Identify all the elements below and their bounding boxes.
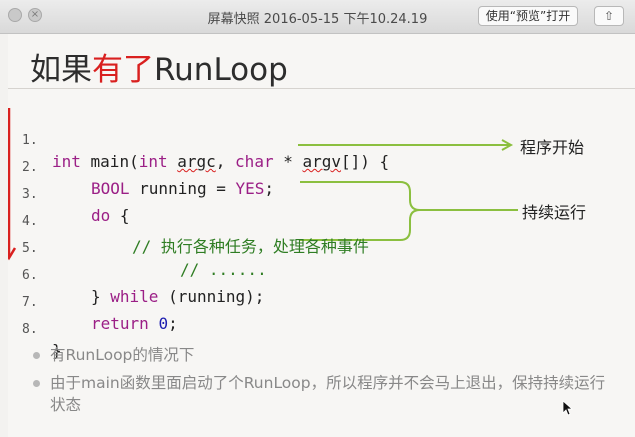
- close-icon[interactable]: ×: [28, 8, 42, 22]
- code-line: 3. do {: [8, 168, 130, 225]
- code-text: } while (running);: [91, 287, 265, 306]
- share-icon[interactable]: ⇧: [594, 6, 624, 26]
- bullet-list: 有RunLoop的情况下 由于main函数里面启动了个RunLoop，所以程序并…: [30, 344, 620, 422]
- window-button-icon[interactable]: [8, 8, 22, 22]
- code-line: 1. int main(int argc, char * argv[]) {: [8, 114, 389, 171]
- list-item: 有RunLoop的情况下: [30, 344, 620, 366]
- code-line: 5. // ......: [8, 222, 267, 279]
- bullet-dot-icon: [33, 352, 40, 359]
- program-start-label: 程序开始: [520, 138, 585, 157]
- code-comment: // 执行各种任务，处理各种事件: [132, 237, 369, 256]
- list-item: 由于main函数里面启动了个RunLoop，所以程序并不会马上退出，保持持续运行…: [30, 372, 620, 416]
- code-line: 7. return 0;: [8, 276, 178, 333]
- bullet-dot-icon: [33, 380, 40, 387]
- code-text: int main(int argc, char * argv[]) {: [52, 152, 390, 171]
- code-line: 8. }: [8, 303, 66, 360]
- code-text: return 0;: [91, 314, 178, 333]
- code-line: 4. // 执行各种任务，处理各种事件: [8, 195, 369, 256]
- slide: 如果有了RunLoop 1. int main(int argc, char *…: [8, 34, 635, 437]
- mouse-pointer-icon: [562, 400, 574, 416]
- keep-running-label: 持续运行: [522, 203, 587, 222]
- code-text: BOOL running = YES;: [91, 179, 275, 198]
- window-titlebar: × 屏幕快照 2016-05-15 下午10.24.19 使用“预览”打开 ⇧: [0, 0, 635, 34]
- line-number: 8.: [22, 322, 38, 337]
- code-comment: // ......: [180, 260, 267, 279]
- code-line: 2. BOOL running = YES;: [8, 141, 274, 198]
- code-text: do {: [91, 206, 130, 225]
- open-with-preview-button[interactable]: 使用“预览”打开: [478, 6, 578, 26]
- code-line: 6. } while (running);: [8, 249, 264, 306]
- green-loop-bracket: [300, 181, 518, 241]
